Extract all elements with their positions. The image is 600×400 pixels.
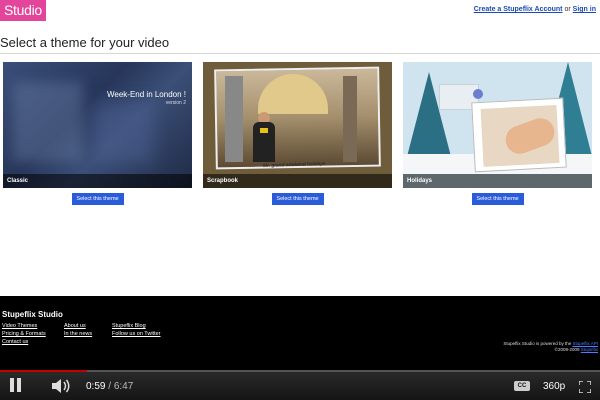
select-theme-button[interactable]: Select this theme	[471, 193, 524, 205]
theme-thumbnail-classic[interactable]: Week-End in London ! version 2 Classic	[3, 62, 192, 188]
theme-classic: Week-End in London ! version 2 Classic S…	[3, 62, 192, 205]
select-theme-button[interactable]: Select this theme	[271, 193, 324, 205]
footer-link-video-themes[interactable]: Video Themes	[2, 322, 46, 330]
footer-link-about[interactable]: About us	[64, 322, 92, 330]
thumbnail-overlay-text: Week-End in London ! version 2	[107, 90, 186, 108]
quality-button[interactable]: 360p	[543, 381, 565, 392]
thumbnail-blur-shape	[93, 102, 153, 162]
auth-links: Create a Stupeflix Account or Sign in	[474, 6, 596, 13]
theme-thumbnail-scrapbook[interactable]: Mr. grand weekend holidays Scrapbook	[203, 62, 392, 188]
footer-brand: Stupeflix Studio	[2, 310, 63, 319]
duration: 6:47	[113, 381, 134, 392]
progress-bar-played	[0, 370, 87, 372]
powered-by-text: Stupeflix Studio is powered by the Stupe…	[503, 341, 598, 353]
footer-link-blog[interactable]: Stupeflix Blog	[112, 322, 161, 330]
theme-name: Scrapbook	[203, 174, 392, 188]
pillar-shape	[343, 76, 357, 162]
auth-or-text: or	[564, 6, 571, 13]
overlay-title: Week-End in London !	[106, 90, 186, 99]
video-frame: { "header": { "logo": "Studio", "create_…	[0, 0, 600, 400]
powered-by-line: Stupeflix Studio is powered by the	[503, 341, 572, 346]
pillar-shape	[225, 76, 243, 162]
title-divider	[0, 53, 600, 54]
fullscreen-button[interactable]	[578, 380, 592, 394]
current-time: 0:59	[86, 381, 106, 392]
pause-button[interactable]	[10, 378, 22, 392]
pause-icon	[17, 378, 21, 392]
scrapbook-note: Mr. grand weekend holidays	[262, 160, 326, 170]
volume-icon	[52, 379, 70, 393]
create-account-link[interactable]: Create a Stupeflix Account	[474, 6, 563, 13]
pause-icon	[10, 378, 14, 392]
fullscreen-icon	[578, 380, 592, 394]
time-separator: /	[108, 381, 112, 392]
theme-name: Holidays	[403, 174, 592, 188]
footer-column: Video Themes Pricing & Formats Contact u…	[2, 322, 46, 346]
player-controls: 0:59 / 6:47 CC 360p	[0, 370, 600, 400]
theme-name: Classic	[3, 174, 192, 188]
stupeflix-link[interactable]: Stupeflix	[581, 347, 598, 352]
ornament-shape	[473, 89, 483, 99]
sign-in-link[interactable]: Sign in	[573, 6, 596, 13]
footer-link-twitter[interactable]: Follow us on Twitter	[112, 330, 161, 338]
footer-link-pricing[interactable]: Pricing & Formats	[2, 330, 46, 338]
copyright-text: ©2008-2009	[554, 347, 580, 352]
footer-link-news[interactable]: In the news	[64, 330, 92, 338]
site-footer: Stupeflix Studio Video Themes Pricing & …	[0, 296, 600, 370]
progress-bar[interactable]	[0, 370, 600, 372]
footer-link-contact[interactable]: Contact us	[2, 338, 46, 346]
footer-column: About us In the news	[64, 322, 92, 338]
select-theme-button[interactable]: Select this theme	[71, 193, 124, 205]
footer-column: Stupeflix Blog Follow us on Twitter	[112, 322, 161, 338]
shirt-mark	[260, 128, 268, 133]
page-title: Select a theme for your video	[0, 35, 170, 50]
captions-button[interactable]: CC	[514, 381, 530, 391]
time-display: 0:59 / 6:47	[86, 381, 133, 392]
thumbnail-blur-shape	[13, 82, 83, 162]
overlay-subtitle: version 2	[165, 100, 186, 106]
stupeflix-api-link[interactable]: Stupeflix API	[572, 341, 598, 346]
studio-logo[interactable]: Studio	[0, 0, 46, 21]
theme-scrapbook: Mr. grand weekend holidays Scrapbook Sel…	[203, 62, 392, 205]
theme-holidays: Holidays Select this theme	[403, 62, 592, 205]
volume-button[interactable]	[52, 379, 72, 396]
theme-thumbnail-holidays[interactable]: Holidays	[403, 62, 592, 188]
